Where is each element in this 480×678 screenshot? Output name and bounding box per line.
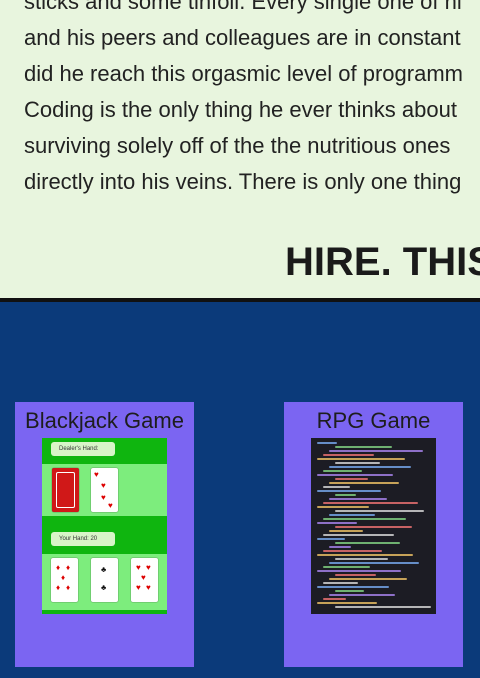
code-line (329, 466, 411, 468)
code-line (323, 518, 406, 520)
code-line (335, 606, 431, 608)
dealer-hand-label: Dealer's Hand: (51, 442, 115, 456)
code-line (335, 558, 388, 560)
code-line (335, 526, 412, 528)
code-line (329, 450, 423, 452)
card-back (52, 468, 79, 512)
code-line (335, 478, 368, 480)
code-line (329, 514, 375, 516)
code-line (317, 458, 405, 460)
code-line (317, 538, 345, 540)
project-card-rpg[interactable]: RPG Game (284, 402, 463, 667)
code-line (329, 530, 363, 532)
rpg-code-screenshot[interactable] (311, 438, 436, 614)
playing-card: ♥ ♥ ♥ ♥ ♥ (131, 558, 158, 602)
code-line (323, 550, 382, 552)
about-paragraph: sticks and some tinfoil. Every single on… (24, 0, 480, 200)
code-line (317, 570, 401, 572)
about-line: and his peers and colleagues are in cons… (24, 25, 461, 50)
code-line (323, 502, 418, 504)
code-line (317, 602, 377, 604)
code-line (335, 462, 380, 464)
code-line (335, 494, 356, 496)
code-line (317, 586, 389, 588)
project-title[interactable]: RPG Game (284, 409, 463, 433)
projects-section: Blackjack Game Dealer's Hand: ♥ ♥ ♥ ♥ Yo… (0, 302, 480, 678)
code-line (329, 578, 407, 580)
code-line (329, 498, 387, 500)
about-line: Coding is the only thing he ever thinks … (24, 97, 457, 122)
code-line (335, 542, 400, 544)
about-line: did he reach this orgasmic level of prog… (24, 61, 463, 86)
code-line (317, 554, 413, 556)
code-line (335, 590, 364, 592)
code-line (335, 446, 392, 448)
code-line (323, 454, 374, 456)
hire-headline: HIRE. THIS (285, 240, 480, 284)
code-line (323, 598, 346, 600)
project-title[interactable]: Blackjack Game (15, 409, 194, 433)
code-line (317, 522, 357, 524)
code-line (323, 566, 370, 568)
code-line (329, 562, 419, 564)
code-line (317, 506, 369, 508)
code-line (317, 490, 381, 492)
code-line (329, 482, 399, 484)
playing-card: ♦ ♦ ♦ ♦ ♦ (51, 558, 78, 602)
code-line (323, 534, 394, 536)
player-hand-label: Your Hand: 20 (51, 532, 115, 546)
blackjack-screenshot[interactable]: Dealer's Hand: ♥ ♥ ♥ ♥ Your Hand: 20 ♦ ♦… (42, 438, 167, 614)
about-section: sticks and some tinfoil. Every single on… (0, 0, 480, 298)
code-line (323, 582, 358, 584)
code-line (317, 442, 337, 444)
code-line (329, 594, 395, 596)
code-line (323, 486, 350, 488)
code-line (329, 546, 351, 548)
about-line: directly into his veins. There is only o… (24, 169, 462, 194)
code-line (335, 510, 424, 512)
project-card-blackjack[interactable]: Blackjack Game Dealer's Hand: ♥ ♥ ♥ ♥ Yo… (15, 402, 194, 667)
playing-card: ♣ ♣ (91, 558, 118, 602)
code-line (317, 474, 393, 476)
about-line: surviving solely off of the the nutritio… (24, 133, 451, 158)
code-line (335, 574, 376, 576)
playing-card: ♥ ♥ ♥ ♥ (91, 468, 118, 512)
about-line: sticks and some tinfoil. Every single on… (24, 0, 462, 14)
code-line (323, 470, 362, 472)
